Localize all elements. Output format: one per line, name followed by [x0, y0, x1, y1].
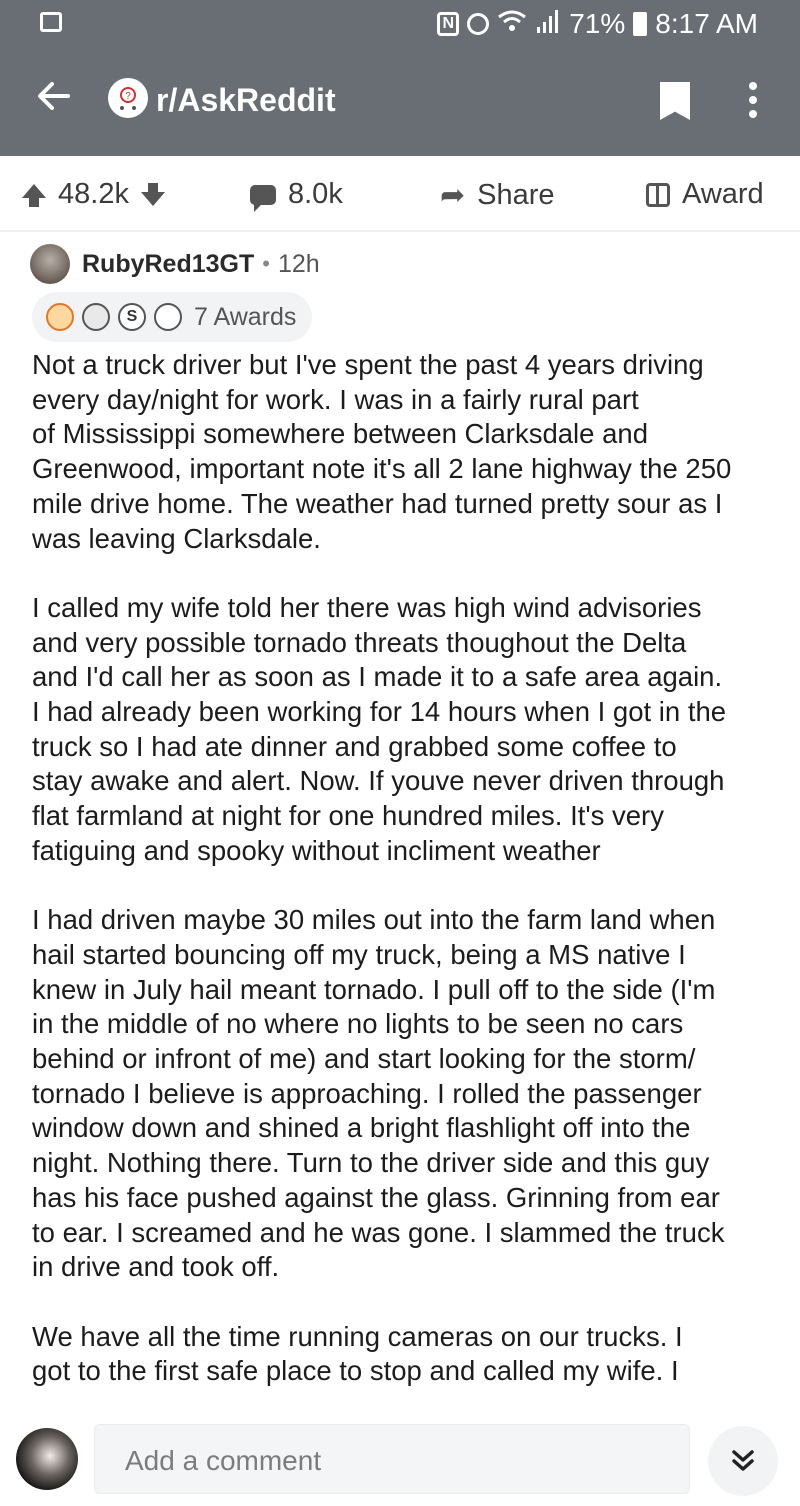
alarm-icon: [467, 13, 490, 35]
awards-count: 7 Awards: [194, 302, 297, 331]
author-avatar[interactable]: [30, 244, 70, 284]
more-options-icon[interactable]: [748, 82, 758, 122]
paragraph: I called my wife told her there was high…: [32, 591, 727, 866]
paragraph: I had driven maybe 30 miles out into the…: [32, 904, 725, 1283]
user-avatar[interactable]: [16, 1428, 78, 1490]
hug-award-icon: [82, 303, 110, 331]
share-icon: ➦: [440, 179, 466, 212]
award-label: Award: [682, 178, 764, 210]
status-icons: N 71% 8:17 AM: [437, 8, 758, 40]
award-button[interactable]: Award: [646, 178, 764, 211]
toolbar: ? r/AskReddit: [0, 58, 800, 144]
comment-icon: [250, 184, 276, 212]
subreddit-icon[interactable]: ?: [108, 78, 148, 118]
scroll-down-icon[interactable]: [708, 1426, 778, 1496]
bookmark-icon[interactable]: [660, 82, 690, 120]
author-name[interactable]: RubyRed13GT: [82, 250, 254, 279]
share-button[interactable]: ➦ Share: [440, 178, 555, 213]
comment-age: 12h: [277, 249, 320, 278]
comment-header: RubyRed13GT • 12h: [30, 244, 320, 284]
svg-text:?: ?: [125, 91, 131, 102]
nfc-icon: N: [437, 12, 460, 36]
comment-count: 8.0k: [288, 178, 343, 210]
comment-body: Not a truck driver but I've spent the pa…: [32, 348, 782, 1424]
downvote-icon[interactable]: [140, 182, 165, 206]
battery-icon: [633, 12, 648, 36]
comment-composer: Add a comment: [0, 1416, 800, 1506]
subreddit-name[interactable]: r/AskReddit: [156, 82, 336, 119]
wholesome-award-icon: [154, 303, 182, 331]
back-arrow-icon[interactable]: [36, 78, 72, 121]
comment-placeholder: Add a comment: [125, 1445, 322, 1476]
silver-award-icon: S: [118, 303, 146, 331]
status-bar: N 71% 8:17 AM: [0, 0, 800, 48]
app-bar: N 71% 8:17 AM ? r/AskReddit: [0, 0, 800, 156]
post-actions: 48.2k 8.0k ➦ Share Award: [0, 156, 800, 232]
signal-icon: [535, 8, 561, 40]
gift-icon: [646, 182, 670, 207]
separator-dot: •: [262, 251, 270, 276]
notification-icon: [40, 12, 62, 32]
vote-group: 48.2k: [22, 178, 165, 211]
share-label: Share: [477, 179, 555, 211]
comment-input[interactable]: Add a comment: [94, 1424, 690, 1494]
thumbs-up-award-icon: [46, 303, 74, 331]
comments-button[interactable]: 8.0k: [250, 178, 343, 212]
paragraph: Not a truck driver but I've spent the pa…: [32, 349, 732, 554]
battery-percent: 71%: [569, 8, 626, 39]
clock: 8:17 AM: [655, 8, 758, 39]
wifi-icon: [497, 8, 527, 40]
upvote-icon[interactable]: [22, 183, 46, 207]
paragraph: We have all the time running cameras on …: [32, 1320, 683, 1387]
vote-count: 48.2k: [58, 178, 129, 210]
awards-pill[interactable]: S 7 Awards: [32, 292, 313, 342]
